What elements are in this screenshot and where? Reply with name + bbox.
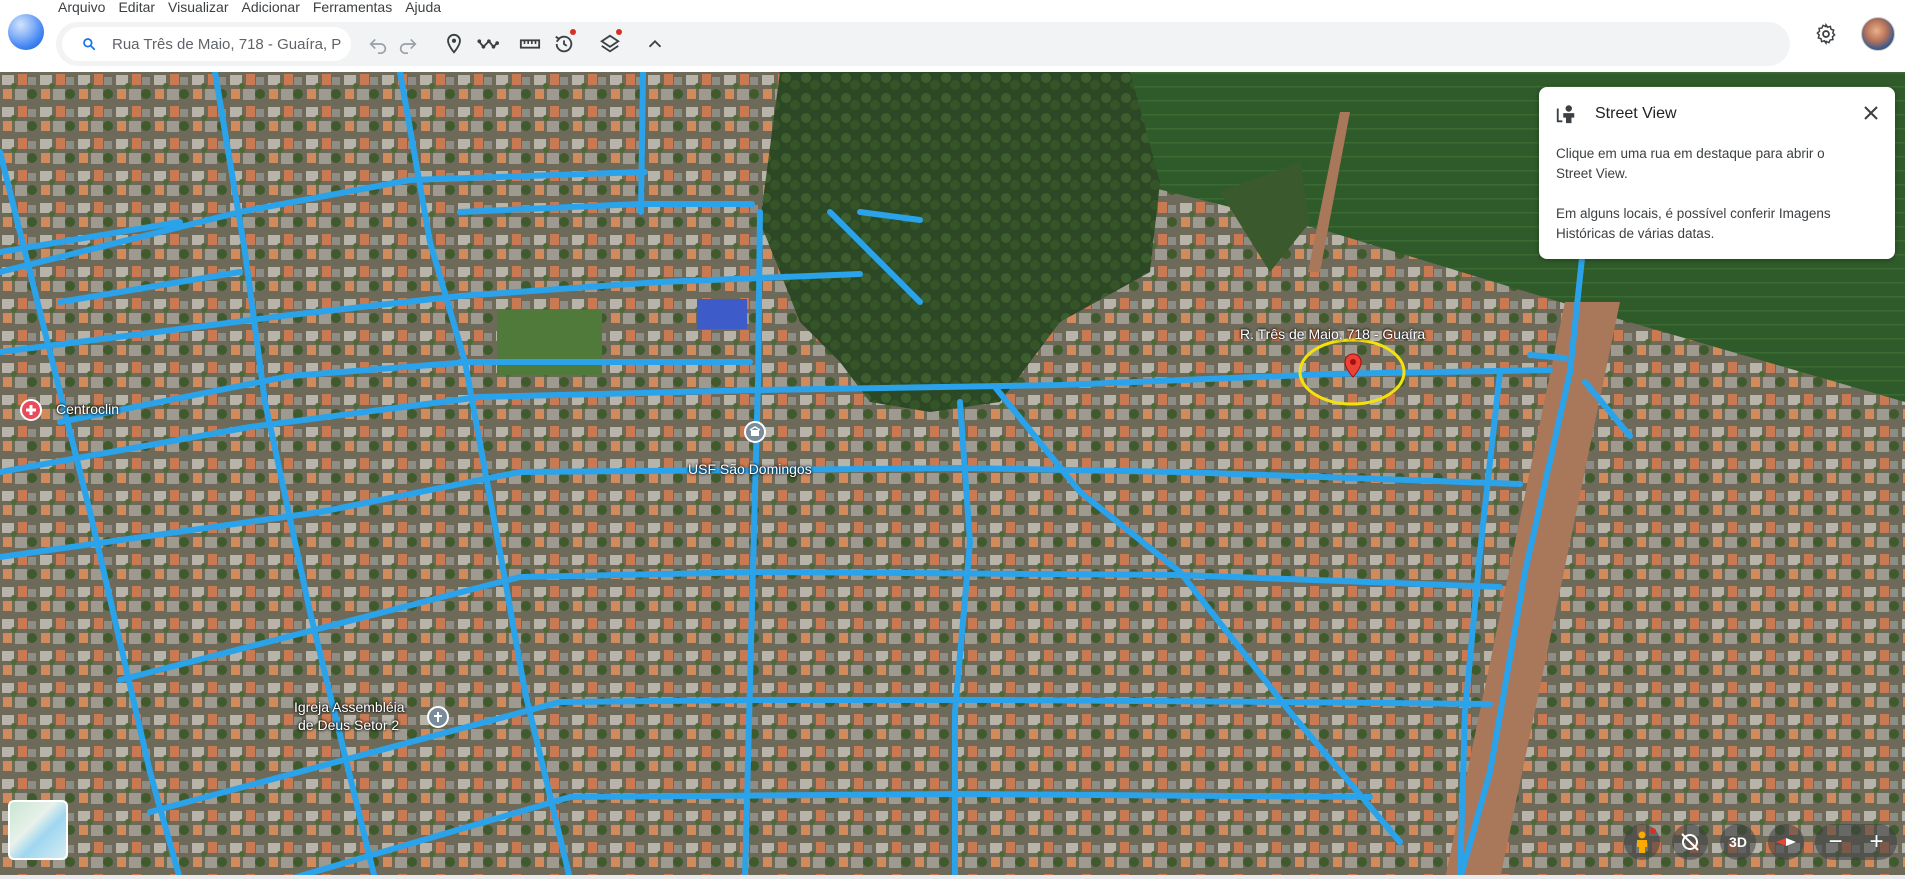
- search-box[interactable]: [62, 27, 351, 61]
- sports-field: [497, 310, 602, 375]
- igreja-label-line1: Igreja Assembléia: [294, 699, 405, 715]
- street-view-text-1a: Clique em uma rua em destaque para abrir…: [1556, 146, 1825, 161]
- blue-roof: [697, 299, 747, 329]
- toolbar: [56, 22, 1790, 66]
- tilt-button[interactable]: [1672, 824, 1708, 860]
- earth-app: Arquivo Editar Visualizar Adicionar Ferr…: [0, 0, 1905, 879]
- street-view-text-1b: Street View.: [1556, 166, 1628, 181]
- zoom-controls: − +: [1815, 824, 1897, 860]
- street-view-text-2a: Em alguns locais, é possível conferir Im…: [1556, 206, 1831, 221]
- marker-label: R. Três de Maio, 718 - Guaíra: [1240, 326, 1426, 342]
- street-view-icon: [1556, 105, 1575, 124]
- pegman-button[interactable]: [1624, 824, 1660, 860]
- menu-bar: Arquivo Editar Visualizar Adicionar Ferr…: [0, 0, 1905, 16]
- measure-button[interactable]: [516, 30, 544, 58]
- menu-visualizar[interactable]: Visualizar: [168, 0, 241, 14]
- street-view-text-2: Em alguns locais, é possível conferir Im…: [1556, 204, 1876, 244]
- menu-ajuda[interactable]: Ajuda: [405, 0, 454, 14]
- map-style-badge: [616, 29, 622, 35]
- street-view-title: Street View: [1595, 105, 1677, 122]
- close-icon: [1864, 106, 1878, 120]
- historical-imagery-icon: [555, 35, 573, 53]
- add-path-button[interactable]: [474, 30, 502, 58]
- menu-items: Arquivo Editar Visualizar Adicionar Ferr…: [58, 0, 454, 14]
- collapse-toolbar-button[interactable]: [641, 30, 669, 58]
- menu-ferramentas[interactable]: Ferramentas: [313, 0, 405, 14]
- redo-button[interactable]: [394, 30, 422, 58]
- search-icon: [83, 38, 96, 51]
- layers-icon: [600, 34, 620, 53]
- undo-button[interactable]: [364, 30, 392, 58]
- zoom-in-button[interactable]: +: [1856, 824, 1897, 860]
- status-strip: [0, 875, 1905, 879]
- minimap[interactable]: [8, 800, 68, 860]
- compass-button[interactable]: [1768, 824, 1804, 860]
- compass-off-icon: [1681, 833, 1699, 851]
- undo-icon: [369, 38, 387, 54]
- street-view-panel: Street View Clique em uma rua em destaqu…: [1539, 87, 1895, 259]
- historical-imagery-button[interactable]: [550, 29, 578, 58]
- compass-icon: [1776, 838, 1796, 846]
- redo-icon: [399, 38, 417, 54]
- placemark-icon: [447, 33, 461, 54]
- street-view-text-2b: Históricas de várias datas.: [1556, 226, 1715, 241]
- church-poi-icon[interactable]: [427, 706, 449, 728]
- health-poi-icon[interactable]: [744, 421, 766, 443]
- centroclin-label: Centroclin: [56, 401, 120, 417]
- street-view-close-button[interactable]: [1859, 101, 1883, 125]
- pegman-icon: [1637, 831, 1647, 853]
- historical-imagery-badge: [570, 29, 576, 35]
- earth-logo-icon[interactable]: [8, 14, 44, 50]
- gear-icon: [1816, 23, 1836, 45]
- pegman-badge: [1650, 828, 1656, 834]
- menu-editar[interactable]: Editar: [118, 0, 168, 14]
- clinic-poi-icon[interactable]: [20, 399, 42, 421]
- 3d-button[interactable]: 3D: [1720, 824, 1756, 860]
- settings-button[interactable]: [1812, 20, 1840, 48]
- usf-label: USF São Domingos: [688, 461, 812, 477]
- menu-arquivo[interactable]: Arquivo: [58, 0, 118, 14]
- igreja-label-line2: de Deus Setor 2: [298, 717, 400, 733]
- zoom-out-button[interactable]: −: [1815, 824, 1856, 860]
- user-avatar[interactable]: [1861, 17, 1895, 51]
- menu-adicionar[interactable]: Adicionar: [241, 0, 312, 14]
- map-style-button[interactable]: [596, 29, 624, 58]
- ruler-icon: [519, 39, 541, 49]
- chevron-up-icon: [648, 39, 662, 48]
- street-view-text-1: Clique em uma rua em destaque para abrir…: [1556, 144, 1876, 184]
- add-placemark-button[interactable]: [440, 30, 468, 58]
- search-input[interactable]: [112, 27, 348, 61]
- path-icon: [477, 39, 499, 49]
